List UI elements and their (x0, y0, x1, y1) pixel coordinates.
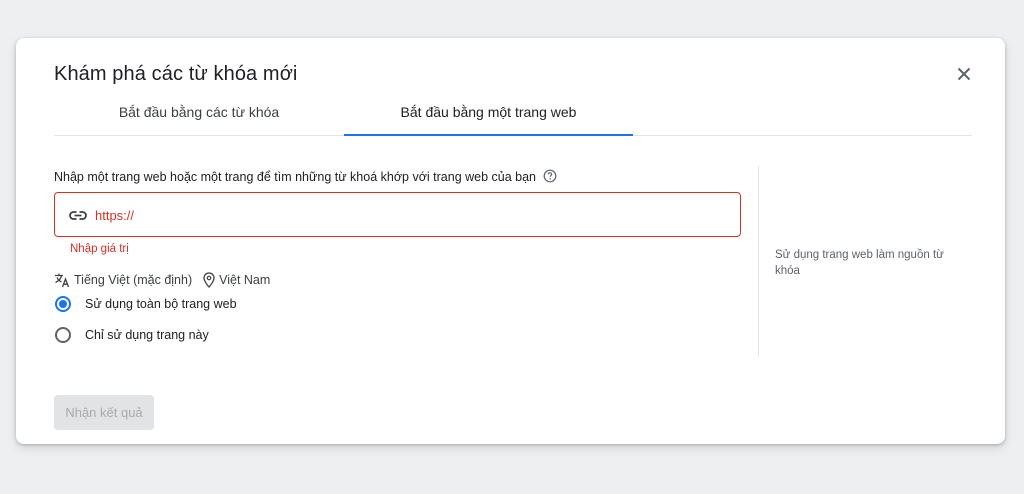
tab-label: Bắt đầu bằng các từ khóa (118, 104, 280, 120)
url-prompt: Nhập một trang web hoặc một trang để tìm… (54, 169, 557, 186)
link-icon (69, 211, 87, 220)
tab-start-with-website[interactable]: Bắt đầu bằng một trang web (344, 94, 633, 136)
vertical-divider (758, 166, 759, 357)
radio-option-this-page-only[interactable]: Chỉ sử dụng trang này (55, 327, 209, 343)
language-label: Tiếng Việt (mặc định) (74, 273, 193, 287)
url-input[interactable] (95, 204, 715, 226)
location-label: Việt Nam (219, 273, 271, 287)
prompt-text: Nhập một trang web hoặc một trang để tìm… (54, 170, 537, 184)
url-field[interactable] (54, 192, 741, 237)
close-button[interactable] (952, 62, 976, 86)
tab-label: Bắt đầu bằng một trang web (400, 104, 577, 120)
keyword-discovery-dialog: Khám phá các từ khóa mới Bắt đầu bằng cá… (16, 38, 1005, 444)
get-results-button[interactable]: Nhận kết quả (54, 395, 154, 430)
location-pin-icon (203, 272, 215, 288)
active-tab-indicator (344, 134, 633, 136)
tab-bar: Bắt đầu bằng các từ khóa Bắt đầu bằng mộ… (54, 94, 972, 136)
help-icon[interactable] (543, 169, 557, 186)
radio-button-unchecked[interactable] (55, 327, 71, 343)
close-icon (957, 67, 971, 81)
radio-option-entire-site[interactable]: Sử dụng toàn bộ trang web (55, 296, 237, 312)
radio-label: Chỉ sử dụng trang này (85, 328, 209, 342)
tab-start-with-keywords[interactable]: Bắt đầu bằng các từ khóa (54, 94, 344, 135)
radio-label: Sử dụng toàn bộ trang web (85, 297, 237, 311)
radio-button-checked[interactable] (55, 296, 71, 312)
side-note: Sử dụng trang web làm nguồn từ khóa (775, 249, 944, 277)
locale-settings[interactable]: Tiếng Việt (mặc định) Việt Nam (54, 272, 270, 288)
error-message: Nhập giá trị (70, 243, 129, 255)
dialog-title: Khám phá các từ khóa mới (54, 63, 298, 85)
translate-icon (55, 273, 70, 288)
